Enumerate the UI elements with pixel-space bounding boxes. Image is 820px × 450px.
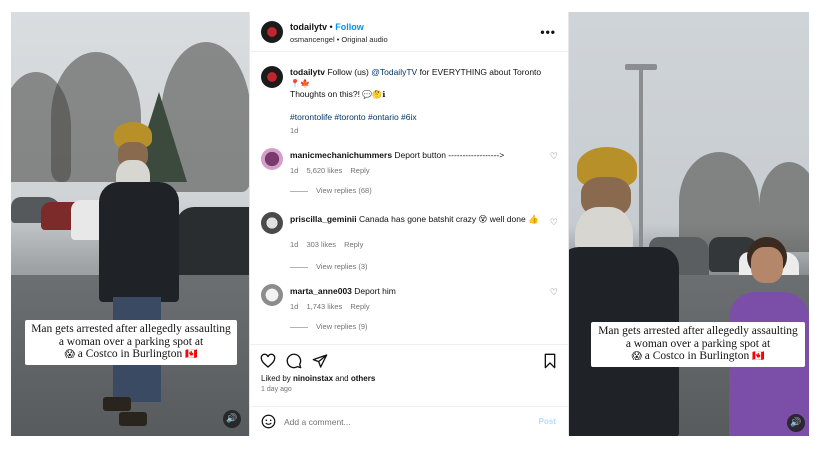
comment-item: manicmechanichummers Deport button -----…: [250, 148, 568, 206]
bookmark-icon[interactable]: [542, 353, 558, 369]
comment-text: Deport him: [354, 286, 396, 296]
caption-flag: 🇨🇦: [185, 349, 198, 360]
caption-body: todailytv Follow (us) @TodailyTV for EVE…: [290, 67, 562, 100]
comment-body: priscilla_geminii Canada has gone batshi…: [290, 214, 545, 225]
caption-flag: 🇨🇦: [752, 351, 765, 362]
video-scene: [11, 12, 249, 436]
caption-time: 1d: [290, 126, 299, 135]
reply-button[interactable]: Reply: [350, 166, 369, 175]
comment-meta: 1d 303 likes Reply: [290, 240, 369, 249]
comment-icon[interactable]: [286, 353, 302, 369]
view-replies-label: View replies (9): [316, 322, 368, 331]
comment-time: 1d: [290, 166, 299, 175]
comment-time: 1d: [290, 240, 299, 249]
video-scene: [569, 12, 809, 436]
comment-meta: 1d 5,620 likes Reply: [290, 166, 376, 175]
speaker-icon[interactable]: 🔊: [223, 410, 241, 428]
caption-text-2: a Costco in Burlington: [77, 348, 183, 360]
comment-body: manicmechanichummers Deport button -----…: [290, 150, 545, 161]
caption-mention[interactable]: @TodailyTV: [371, 67, 417, 77]
comment-likes[interactable]: 5,620 likes: [306, 166, 342, 175]
comment-username[interactable]: priscilla_geminii: [290, 214, 357, 224]
comment-time: 1d: [290, 302, 299, 311]
follow-button[interactable]: Follow: [335, 22, 364, 32]
comment-avatar[interactable]: [261, 212, 283, 234]
hashtags[interactable]: #torontolife #toronto #ontario #6ix: [290, 112, 417, 122]
video-caption: Man gets arrested after allegedly assaul…: [25, 320, 237, 365]
heart-icon[interactable]: ♡: [550, 152, 558, 162]
comment-username[interactable]: marta_anne003: [290, 286, 352, 296]
comment-text: Canada has gone batshit crazy 😵 well don…: [359, 214, 539, 224]
post-date: 1 day ago: [261, 386, 292, 393]
caption-avatar[interactable]: [261, 66, 283, 88]
heart-icon[interactable]: [260, 353, 276, 369]
caption-emoji: 😱: [631, 351, 642, 362]
view-replies-label: View replies (3): [316, 262, 368, 271]
header-user-line: todailytv • Follow: [290, 22, 364, 32]
liked-by-prefix: Liked by: [261, 374, 294, 383]
caption-text-a: Follow (us): [324, 67, 372, 77]
caption-emoji: 😱: [64, 349, 75, 360]
reply-button[interactable]: Reply: [344, 240, 363, 249]
view-replies[interactable]: View replies (68): [290, 186, 372, 195]
heart-icon[interactable]: ♡: [550, 218, 558, 228]
emoji-icon[interactable]: [261, 414, 276, 429]
comment-likes[interactable]: 1,743 likes: [306, 302, 342, 311]
post-header: todailytv • Follow osmancengel • Origina…: [250, 12, 568, 52]
comment-box: Post: [250, 406, 568, 436]
comment-avatar[interactable]: [261, 148, 283, 170]
lamp-head: [625, 64, 657, 70]
comment-body: marta_anne003 Deport him: [290, 286, 545, 297]
reply-button[interactable]: Reply: [350, 302, 369, 311]
man-figure: [99, 122, 189, 432]
right-video-panel[interactable]: Man gets arrested after allegedly assaul…: [569, 12, 809, 436]
view-replies[interactable]: View replies (9): [290, 322, 368, 331]
header-username[interactable]: todailytv: [290, 22, 327, 32]
caption-text: Man gets arrested after allegedly assaul…: [598, 325, 798, 350]
comment-item: marta_anne003 Deport him 1d 1,743 likes …: [250, 284, 568, 342]
comment-meta: 1d 1,743 likes Reply: [290, 302, 376, 311]
liked-by: Liked by ninoinstax and others: [261, 374, 375, 383]
header-separator: •: [329, 22, 333, 32]
view-replies[interactable]: View replies (3): [290, 262, 368, 271]
caption-emojis: 📍🍁: [290, 79, 310, 88]
video-caption: Man gets arrested after allegedly assaul…: [591, 322, 805, 367]
share-icon[interactable]: [312, 353, 328, 369]
man-figure: [569, 147, 689, 436]
liked-by-user[interactable]: ninoinstax: [293, 374, 333, 383]
view-replies-label: View replies (68): [316, 186, 372, 195]
caption-username[interactable]: todailytv: [290, 67, 325, 77]
liked-by-and: and: [333, 374, 351, 383]
comment-text: Deport button ------------------>: [394, 150, 505, 160]
post-button[interactable]: Post: [539, 417, 556, 426]
left-video-panel[interactable]: Man gets arrested after allegedly assaul…: [11, 12, 249, 436]
caption-text-2: a Costco in Burlington: [644, 350, 750, 362]
comment-username[interactable]: manicmechanichummers: [290, 150, 392, 160]
caption-text-b: for EVERYTHING about Toronto: [417, 67, 542, 77]
comment-item: priscilla_geminii Canada has gone batshi…: [250, 212, 568, 271]
profile-avatar[interactable]: [261, 21, 283, 43]
audio-label[interactable]: osmancengel • Original audio: [290, 35, 388, 44]
action-bar: [250, 344, 568, 370]
more-icon[interactable]: •••: [540, 25, 556, 39]
comment-input[interactable]: [284, 413, 524, 431]
liked-by-others[interactable]: others: [351, 374, 375, 383]
comment-likes[interactable]: 303 likes: [306, 240, 336, 249]
comment-avatar[interactable]: [261, 284, 283, 306]
caption-text: Man gets arrested after allegedly assaul…: [31, 323, 231, 348]
caption-question: Thoughts on this?!: [290, 89, 360, 99]
question-emojis: 💬🤔ℹ: [362, 90, 386, 99]
heart-icon[interactable]: ♡: [550, 288, 558, 298]
speaker-icon[interactable]: 🔊: [787, 414, 805, 432]
instagram-post-panel: todailytv • Follow osmancengel • Origina…: [249, 12, 569, 436]
